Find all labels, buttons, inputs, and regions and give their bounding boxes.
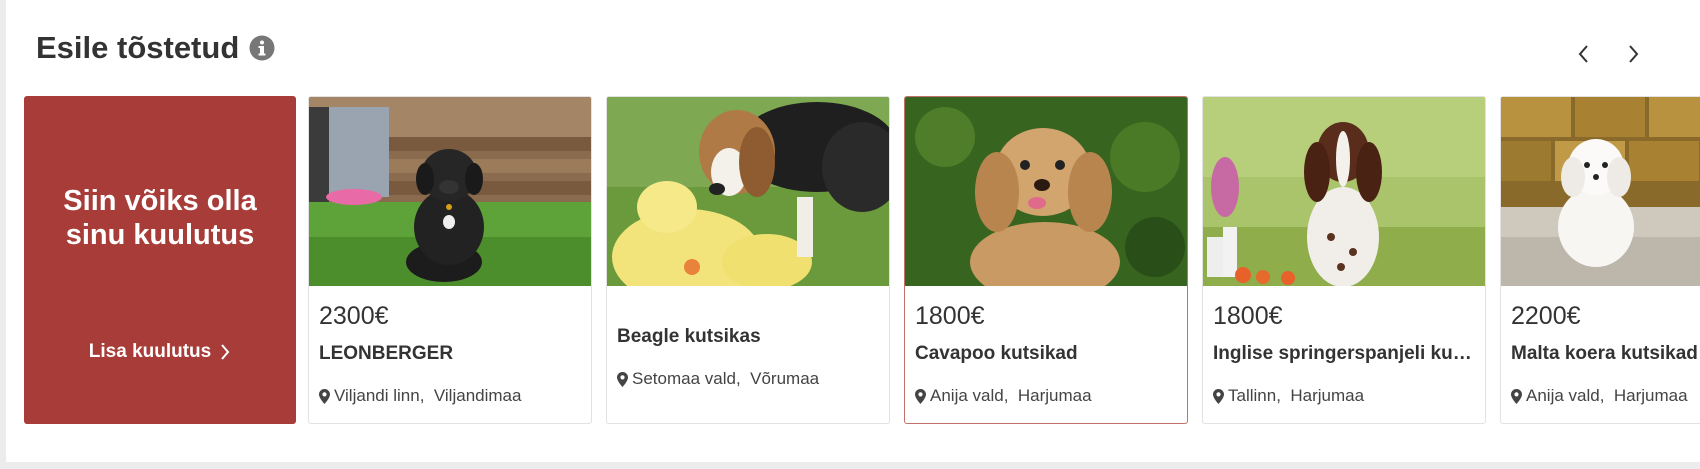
listing-region: Harjumaa: [1290, 386, 1365, 405]
listing-photo[interactable]: [905, 97, 1187, 286]
listing-title[interactable]: Inglise springerspanjeli kut…: [1213, 343, 1477, 365]
add-listing-label: Lisa kuulutus: [88, 341, 212, 362]
listing-title[interactable]: LEONBERGER: [319, 343, 583, 365]
promo-line-2: sinu kuulutus: [65, 219, 255, 251]
chevron-right-icon: [1629, 45, 1639, 63]
listing-city: Tallinn,: [1228, 386, 1281, 405]
listing-region: Harjumaa: [1017, 386, 1092, 405]
info-icon[interactable]: [249, 35, 275, 61]
listing-city: Anija vald,: [930, 386, 1009, 405]
add-listing-promo[interactable]: Siin võiks olla sinu kuulutus Lisa kuulu…: [24, 96, 296, 424]
listing-city: Anija vald,: [1526, 386, 1605, 405]
listing-title[interactable]: Malta koera kutsikad: [1511, 343, 1700, 365]
listing-location: Viljandi linn, Viljandimaa: [319, 386, 585, 406]
listing-location: Anija vald, Harjumaa: [1511, 386, 1700, 406]
listing-price: 1800€: [915, 302, 985, 330]
chevron-right-icon: [221, 344, 230, 360]
listing-card[interactable]: 1800€ Cavapoo kutsikad Anija vald, Harju…: [904, 96, 1188, 424]
listing-price: 1800€: [1213, 302, 1283, 330]
featured-section: Esile tõstetud Siin võiks olla sinu kuul…: [6, 0, 1700, 462]
listing-card[interactable]: Beagle kutsikas Setomaa vald, Võrumaa: [606, 96, 890, 424]
carousel-next-button[interactable]: [1615, 36, 1651, 72]
listing-region: Võrumaa: [750, 369, 820, 388]
location-pin-icon: [319, 388, 330, 404]
listing-photo[interactable]: [1501, 97, 1700, 286]
listing-price: 2300€: [319, 302, 389, 330]
listing-region: Viljandimaa: [433, 386, 522, 405]
listing-photo[interactable]: [1203, 97, 1485, 286]
section-title: Esile tõstetud: [36, 30, 240, 65]
add-listing-link[interactable]: Lisa kuulutus: [24, 341, 296, 363]
listing-title[interactable]: Beagle kutsikas: [617, 326, 881, 348]
promo-line-1: Siin võiks olla: [63, 185, 257, 217]
location-pin-icon: [1511, 388, 1522, 404]
carousel-prev-button[interactable]: [1566, 36, 1602, 72]
listing-region: Harjumaa: [1613, 386, 1688, 405]
listing-location: Anija vald, Harjumaa: [915, 386, 1181, 406]
chevron-left-icon: [1578, 45, 1588, 63]
cavapoo-puppy-image: [905, 97, 1187, 286]
beagle-with-plush-toy-image: [607, 97, 889, 286]
listing-card[interactable]: 2300€ LEONBERGER Viljandi linn, Viljandi…: [308, 96, 592, 424]
promo-text: Siin võiks olla sinu kuulutus: [24, 184, 296, 252]
listing-card[interactable]: 1800€ Inglise springerspanjeli kut… Tall…: [1202, 96, 1486, 424]
black-puppy-on-grass-image: [309, 97, 591, 286]
listing-price: 2200€: [1511, 302, 1581, 330]
location-pin-icon: [1213, 388, 1224, 404]
listing-photo[interactable]: [309, 97, 591, 286]
listing-city: Viljandi linn,: [334, 386, 425, 405]
listing-card[interactable]: 2200€ Malta koera kutsikad Anija vald, H…: [1500, 96, 1700, 424]
listings-carousel: Siin võiks olla sinu kuulutus Lisa kuulu…: [24, 96, 1700, 426]
location-pin-icon: [617, 371, 628, 387]
maltese-puppy-image: [1501, 97, 1700, 286]
listing-title[interactable]: Cavapoo kutsikad: [915, 343, 1179, 365]
listing-location: Tallinn, Harjumaa: [1213, 386, 1479, 406]
location-pin-icon: [915, 388, 926, 404]
listing-location: Setomaa vald, Võrumaa: [617, 369, 883, 389]
springer-spaniel-puppy-image: [1203, 97, 1485, 286]
section-header: Esile tõstetud: [36, 28, 275, 68]
listing-city: Setomaa vald,: [632, 369, 741, 388]
listing-photo[interactable]: [607, 97, 889, 286]
